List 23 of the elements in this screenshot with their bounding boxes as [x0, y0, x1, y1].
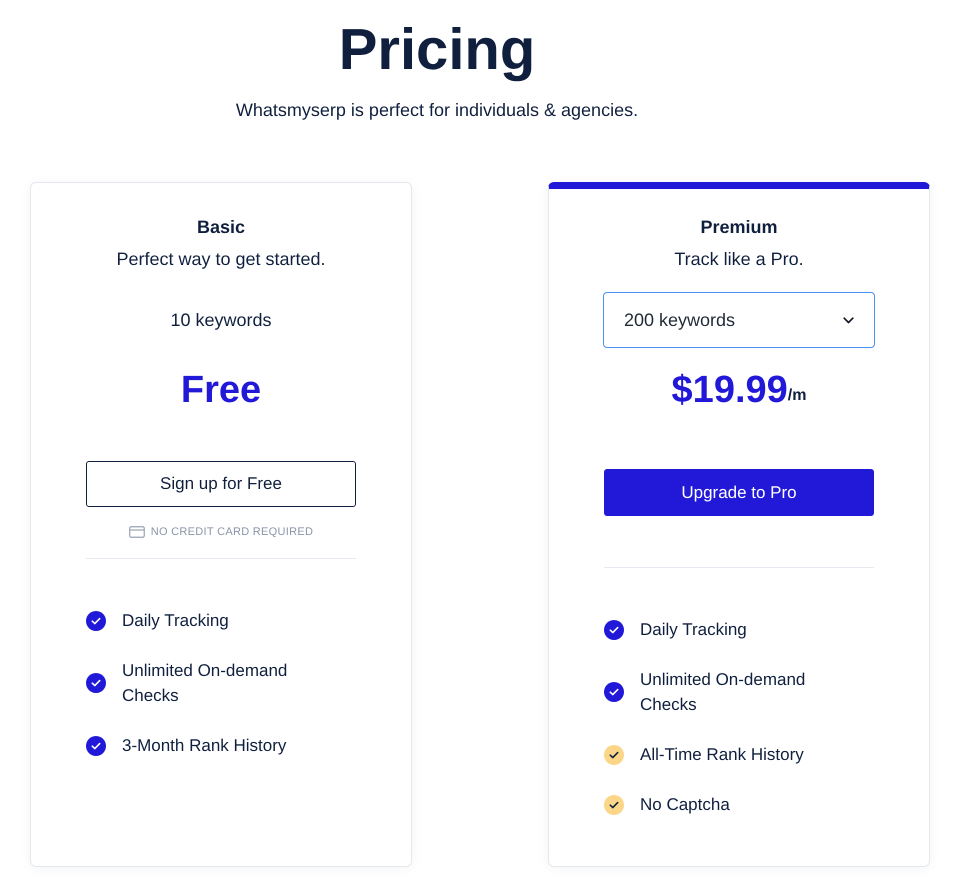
feature-text: No Captcha: [640, 794, 731, 816]
plan-name: Premium: [700, 216, 778, 239]
plan-tagline: Perfect way to get started.: [116, 248, 326, 271]
page-title: Pricing: [338, 16, 536, 84]
credit-card-icon: [128, 526, 145, 538]
price-amount: $19.99: [672, 368, 788, 413]
plan-name: Basic: [196, 216, 246, 239]
price-amount: Free: [180, 368, 262, 413]
signup-button[interactable]: Sign up for Free: [86, 461, 356, 507]
no-card-note: NO CREDIT CARD REQUIRED: [150, 525, 314, 540]
price-period: /m: [788, 386, 806, 406]
page-subtitle: Whatsmyserp is perfect for individuals & agencies.: [236, 99, 638, 122]
feature-text: Daily Tracking: [640, 619, 748, 641]
feature-text: All-Time Rank History: [640, 744, 805, 766]
feature-text: 3-Month Rank History: [122, 735, 288, 757]
plan-tagline: Track like a Pro.: [674, 248, 804, 271]
feature-text: Daily Tracking: [122, 610, 230, 632]
keyword-count: 10 keywords: [170, 308, 272, 332]
upgrade-button[interactable]: Upgrade to Pro: [604, 469, 874, 516]
feature-text: Unlimited On-demand Checks: [640, 669, 806, 716]
chevron-down-icon: [843, 316, 854, 324]
feature-text: Unlimited On-demand Checks: [122, 660, 288, 707]
keyword-select[interactable]: 200 keywords: [603, 292, 875, 348]
